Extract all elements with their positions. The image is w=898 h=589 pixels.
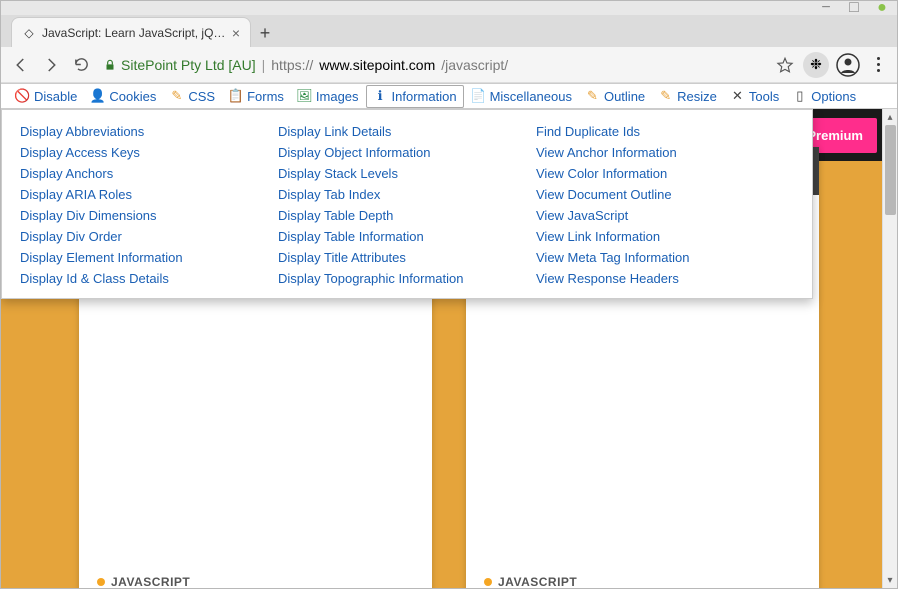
dropdown-column: Display Abbreviations Display Access Keys… bbox=[20, 124, 278, 284]
favicon-icon: ◇ bbox=[22, 26, 36, 40]
scroll-thumb[interactable] bbox=[885, 125, 896, 215]
css-icon: ✎ bbox=[169, 89, 184, 104]
toolbar-item-cookies[interactable]: 👤 Cookies bbox=[84, 86, 162, 107]
dropdown-link[interactable]: View Color Information bbox=[536, 166, 794, 181]
scrollbar[interactable]: ▴ ▾ bbox=[882, 109, 897, 588]
dropdown-link[interactable]: View Document Outline bbox=[536, 187, 794, 202]
information-icon: ℹ bbox=[373, 89, 388, 104]
disable-icon: 🚫 bbox=[15, 89, 30, 104]
toolbar-label: Cookies bbox=[109, 89, 156, 104]
toolbar-item-information[interactable]: ℹ Information bbox=[366, 85, 464, 108]
dropdown-link[interactable]: Display Table Depth bbox=[278, 208, 536, 223]
toolbar-label: Outline bbox=[604, 89, 645, 104]
toolbar-item-tools[interactable]: ✕ Tools bbox=[724, 86, 785, 107]
forward-button[interactable] bbox=[39, 53, 63, 77]
dropdown-link[interactable]: View JavaScript bbox=[536, 208, 794, 223]
toolbar-label: Disable bbox=[34, 89, 77, 104]
images-icon: 🖼 bbox=[297, 89, 312, 104]
tools-icon: ✕ bbox=[730, 89, 745, 104]
dropdown-link[interactable]: Display Id & Class Details bbox=[20, 271, 278, 286]
security-chip: SitePoint Pty Ltd [AU] bbox=[103, 57, 256, 73]
dropdown-link[interactable]: Display Object Information bbox=[278, 145, 536, 160]
toolbar-item-disable[interactable]: 🚫 Disable bbox=[9, 86, 83, 107]
titlebar: − □ ● bbox=[1, 1, 897, 15]
toolbar-item-outline[interactable]: ✎ Outline bbox=[579, 86, 651, 107]
dropdown-link[interactable]: Display Stack Levels bbox=[278, 166, 536, 181]
information-dropdown: Display Abbreviations Display Access Keys… bbox=[1, 109, 813, 299]
miscellaneous-icon: 📄 bbox=[471, 89, 486, 104]
dropdown-link[interactable]: Find Duplicate Ids bbox=[536, 124, 794, 139]
url-org: SitePoint Pty Ltd [AU] bbox=[121, 57, 256, 73]
browser-tab[interactable]: ◇ JavaScript: Learn JavaScript, jQuery, … bbox=[11, 17, 251, 47]
forms-icon: 📋 bbox=[228, 89, 243, 104]
toolbar-label: Miscellaneous bbox=[490, 89, 572, 104]
toolbar-label: Forms bbox=[247, 89, 284, 104]
url-input[interactable]: SitePoint Pty Ltd [AU] | https://www.sit… bbox=[99, 57, 767, 73]
window-minimize-icon[interactable]: − bbox=[821, 3, 831, 13]
tab-title: JavaScript: Learn JavaScript, jQuery, An… bbox=[42, 26, 226, 40]
url-proto: https:// bbox=[271, 57, 313, 73]
dropdown-link[interactable]: Display Anchors bbox=[20, 166, 278, 181]
lock-icon bbox=[103, 58, 117, 72]
dropdown-link[interactable]: Display Link Details bbox=[278, 124, 536, 139]
dropdown-link[interactable]: Display Div Order bbox=[20, 229, 278, 244]
outline-icon: ✎ bbox=[585, 89, 600, 104]
toolbar-item-miscellaneous[interactable]: 📄 Miscellaneous bbox=[465, 86, 578, 107]
scroll-up-icon[interactable]: ▴ bbox=[883, 109, 897, 125]
toolbar-label: CSS bbox=[188, 89, 215, 104]
window-close-icon[interactable]: ● bbox=[877, 3, 887, 13]
address-bar: SitePoint Pty Ltd [AU] | https://www.sit… bbox=[1, 47, 897, 83]
options-icon: ▯ bbox=[792, 89, 807, 104]
chrome-menu-button[interactable] bbox=[867, 57, 889, 72]
dropdown-column: Display Link Details Display Object Infor… bbox=[278, 124, 536, 284]
content-area: Premium Introduction to Vue.js and the Q… bbox=[1, 109, 897, 588]
dropdown-link[interactable]: Display Title Attributes bbox=[278, 250, 536, 265]
dropdown-link[interactable]: View Link Information bbox=[536, 229, 794, 244]
bookmark-button[interactable] bbox=[773, 53, 797, 77]
dropdown-link[interactable]: Display Table Information bbox=[278, 229, 536, 244]
dropdown-column: Find Duplicate Ids View Anchor Informatio… bbox=[536, 124, 794, 284]
card-tag: JAVASCRIPT bbox=[484, 575, 801, 588]
tag-dot-icon bbox=[97, 578, 105, 586]
toolbar-label: Tools bbox=[749, 89, 779, 104]
toolbar-label: Options bbox=[811, 89, 856, 104]
extension-icon[interactable]: ❉ bbox=[803, 52, 829, 78]
dropdown-link[interactable]: Display Abbreviations bbox=[20, 124, 278, 139]
back-button[interactable] bbox=[9, 53, 33, 77]
dropdown-link[interactable]: View Response Headers bbox=[536, 271, 794, 286]
webdev-toolbar: 🚫 Disable 👤 Cookies ✎ CSS 📋 Forms 🖼 Imagesℹ Inform… bbox=[1, 83, 897, 109]
card-tag: JAVASCRIPT bbox=[97, 575, 414, 588]
cookies-icon: 👤 bbox=[90, 89, 105, 104]
dropdown-link[interactable]: View Anchor Information bbox=[536, 145, 794, 160]
toolbar-label: Information bbox=[392, 89, 457, 104]
window-maximize-icon[interactable]: □ bbox=[849, 3, 859, 13]
toolbar-item-forms[interactable]: 📋 Forms bbox=[222, 86, 290, 107]
dropdown-link[interactable]: Display Topographic Information bbox=[278, 271, 536, 286]
scroll-down-icon[interactable]: ▾ bbox=[883, 572, 897, 588]
dropdown-link[interactable]: Display Access Keys bbox=[20, 145, 278, 160]
new-tab-button[interactable]: + bbox=[251, 19, 279, 47]
dropdown-link[interactable]: Display ARIA Roles bbox=[20, 187, 278, 202]
dropdown-link[interactable]: Display Div Dimensions bbox=[20, 208, 278, 223]
toolbar-label: Resize bbox=[677, 89, 717, 104]
profile-button[interactable] bbox=[835, 52, 861, 78]
toolbar-item-resize[interactable]: ✎ Resize bbox=[652, 86, 723, 107]
toolbar-item-images[interactable]: 🖼 Images bbox=[291, 86, 365, 107]
dropdown-link[interactable]: Display Tab Index bbox=[278, 187, 536, 202]
toolbar-label: Images bbox=[316, 89, 359, 104]
reload-button[interactable] bbox=[69, 53, 93, 77]
browser-window: − □ ● ◇ JavaScript: Learn JavaScript, jQ… bbox=[0, 0, 898, 589]
dropdown-link[interactable]: View Meta Tag Information bbox=[536, 250, 794, 265]
tabstrip: ◇ JavaScript: Learn JavaScript, jQuery, … bbox=[1, 15, 897, 47]
url-path: /javascript/ bbox=[441, 57, 508, 73]
tab-close-icon[interactable]: × bbox=[232, 25, 240, 41]
resize-icon: ✎ bbox=[658, 89, 673, 104]
url-host: www.sitepoint.com bbox=[319, 57, 435, 73]
tag-dot-icon bbox=[484, 578, 492, 586]
toolbar-item-options[interactable]: ▯ Options bbox=[786, 86, 862, 107]
toolbar-item-css[interactable]: ✎ CSS bbox=[163, 86, 221, 107]
dropdown-link[interactable]: Display Element Information bbox=[20, 250, 278, 265]
